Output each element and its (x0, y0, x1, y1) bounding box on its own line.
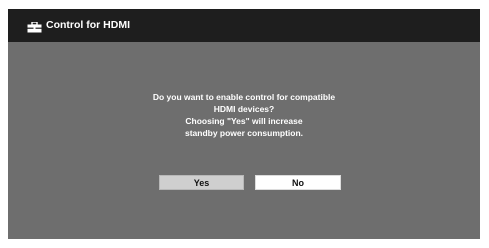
hdmi-control-screen: Control for HDMI Do you want to enable c… (8, 9, 480, 239)
message-line: standby power consumption. (184, 128, 304, 138)
message-line: HDMI devices? (213, 104, 275, 114)
title-bar: Control for HDMI (8, 9, 480, 42)
message-line: Do you want to enable control for compat… (152, 92, 336, 102)
yes-button[interactable]: Yes (159, 175, 244, 190)
message-line: Choosing "Yes" will increase (185, 116, 303, 126)
dialog-title: Control for HDMI (46, 19, 130, 31)
confirmation-message: Do you want to enable control for compat… (8, 91, 480, 139)
toolbox-icon (27, 20, 42, 33)
no-button[interactable]: No (255, 175, 341, 190)
